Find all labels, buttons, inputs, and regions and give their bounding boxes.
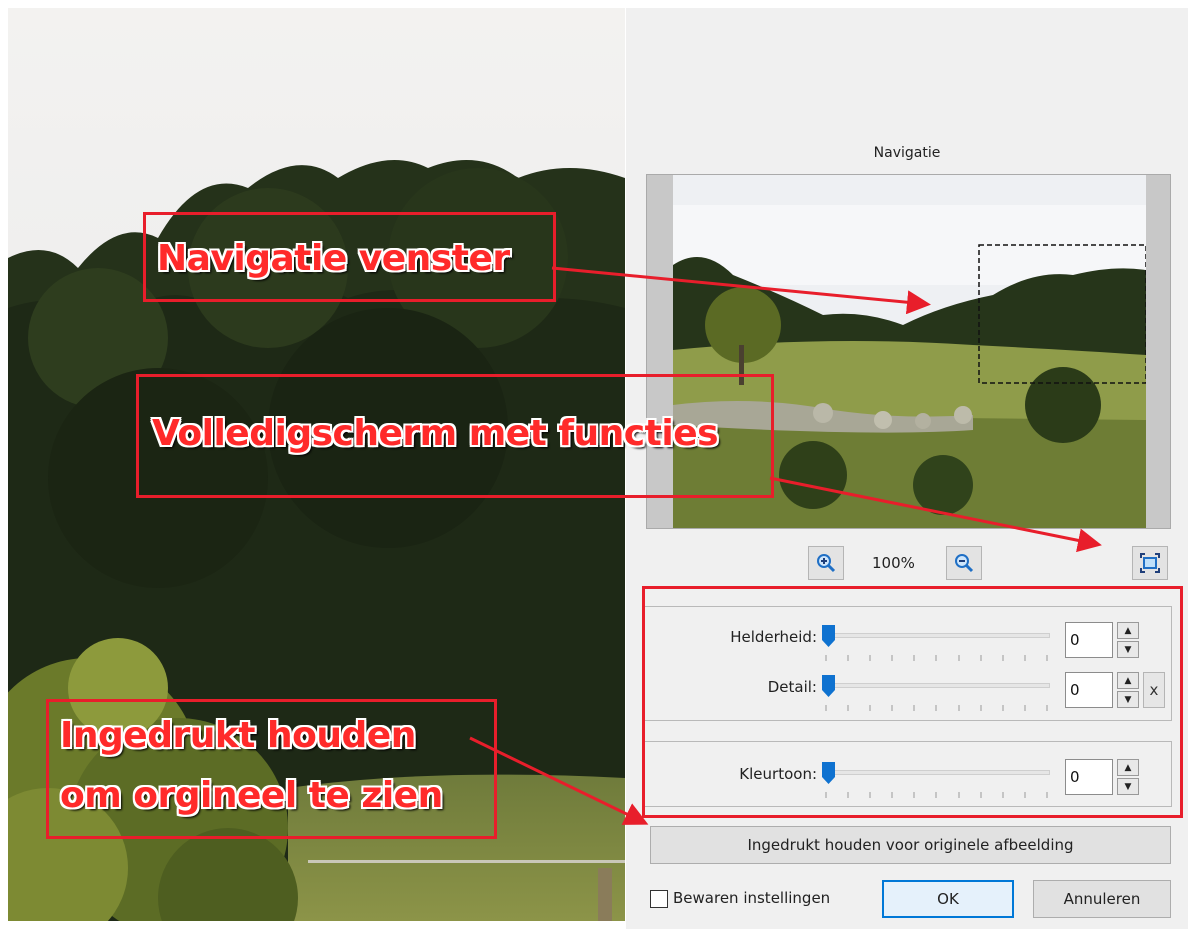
annotation-box-adjustments [642,586,1183,818]
hold-original-button[interactable]: Ingedrukt houden voor originele afbeeldi… [650,826,1171,864]
zoom-in-icon [817,554,836,573]
fullscreen-icon [1140,553,1160,573]
zoom-in-button[interactable] [808,546,844,580]
zoom-out-icon [955,554,974,573]
save-settings-checkbox[interactable] [650,890,668,908]
annotation-hold-line2: om orgineel te zien [60,775,443,816]
annotation-fullscreen: Volledigscherm met functies [152,413,719,454]
save-settings-label: Bewaren instellingen [673,889,831,907]
zoom-out-button[interactable] [946,546,982,580]
cancel-button[interactable]: Annuleren [1033,880,1171,918]
ok-button[interactable]: OK [882,880,1014,918]
zoom-level: 100% [872,554,915,572]
fullscreen-button[interactable] [1132,546,1168,580]
annotation-nav-window: Navigatie venster [157,238,510,279]
annotation-hold-line1: Ingedrukt houden [60,715,416,756]
navigation-title: Navigatie [873,145,941,161]
